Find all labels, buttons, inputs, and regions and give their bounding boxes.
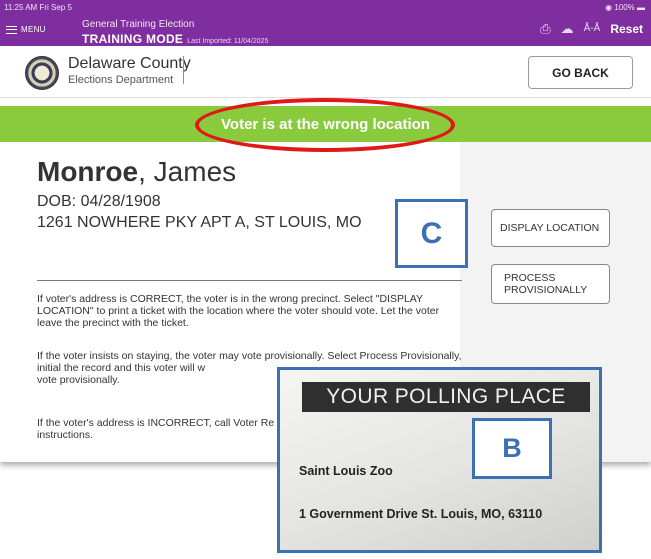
hamburger-icon bbox=[6, 25, 17, 34]
training-mode-title: TRAINING MODE bbox=[82, 32, 184, 46]
voter-address: 1261 NOWHERE PKY APT A, ST LOUIS, MO bbox=[37, 214, 362, 231]
voter-first-name: , James bbox=[138, 156, 237, 187]
county-seal-logo bbox=[25, 56, 59, 90]
process-provisionally-label: PROCESS PROVISIONALLY bbox=[504, 272, 587, 296]
instruction-correct-address: If voter's address is CORRECT, the voter… bbox=[37, 293, 440, 329]
ticket-place-name: Saint Louis Zoo bbox=[299, 464, 393, 478]
process-label-line1: PROCESS bbox=[504, 272, 556, 284]
menu-label: MENU bbox=[21, 25, 46, 34]
polling-place-ticket-photo: YOUR POLLING PLACE Saint Louis Zoo 1 Gov… bbox=[277, 367, 602, 553]
process-label-line2: PROVISIONALLY bbox=[504, 284, 588, 296]
instruction-incorrect-text: If the voter's address is INCORRECT, cal… bbox=[37, 417, 275, 429]
menu-button[interactable]: MENU bbox=[6, 25, 46, 34]
callout-b-label: B bbox=[472, 418, 552, 479]
ticket-address: 1 Government Drive St. Louis, MO, 63110 bbox=[299, 507, 543, 521]
department-name: Elections Department bbox=[68, 74, 174, 86]
instruction-provisional-end: vote provisionally. bbox=[37, 374, 120, 386]
header-divider bbox=[183, 56, 184, 84]
red-highlight-ellipse bbox=[195, 98, 455, 152]
top-bar-actions: ⎙ ☁ Å-Å Reset bbox=[540, 22, 643, 37]
instruction-incorrect-end: instructions. bbox=[37, 429, 94, 441]
divider bbox=[37, 280, 462, 281]
county-name: Delaware County bbox=[68, 55, 191, 72]
battery-indicator: ◉ 100% ▬ bbox=[605, 3, 645, 12]
callout-c-label: C bbox=[395, 199, 468, 268]
printer-icon[interactable]: ⎙ bbox=[540, 22, 550, 36]
go-back-button[interactable]: GO BACK bbox=[528, 56, 633, 89]
last-imported: Last Imported: 11/04/2025 bbox=[187, 38, 269, 45]
county-header: Delaware County Elections Department GO … bbox=[0, 46, 651, 98]
ticket-header-text: YOUR POLLING PLACE bbox=[326, 385, 566, 408]
ticket-header: YOUR POLLING PLACE bbox=[302, 382, 590, 412]
process-provisionally-button[interactable]: PROCESS PROVISIONALLY bbox=[491, 264, 610, 304]
voter-name: Monroe, James bbox=[37, 156, 236, 188]
annotated-screenshot: 11:25 AM Fri Sep 5 ◉ 100% ▬ MENU General… bbox=[0, 0, 651, 559]
users-icon[interactable]: Å-Å bbox=[584, 22, 601, 36]
reset-button[interactable]: Reset bbox=[610, 22, 643, 36]
cloud-icon[interactable]: ☁ bbox=[561, 22, 574, 36]
election-name: General Training Election bbox=[82, 19, 195, 30]
top-bar: 11:25 AM Fri Sep 5 ◉ 100% ▬ MENU General… bbox=[0, 0, 651, 46]
voter-last-name: Monroe bbox=[37, 156, 139, 187]
voter-dob: DOB: 04/28/1908 bbox=[37, 193, 161, 210]
status-time: 11:25 AM Fri Sep 5 bbox=[4, 3, 72, 12]
display-location-button[interactable]: DISPLAY LOCATION bbox=[491, 209, 610, 247]
